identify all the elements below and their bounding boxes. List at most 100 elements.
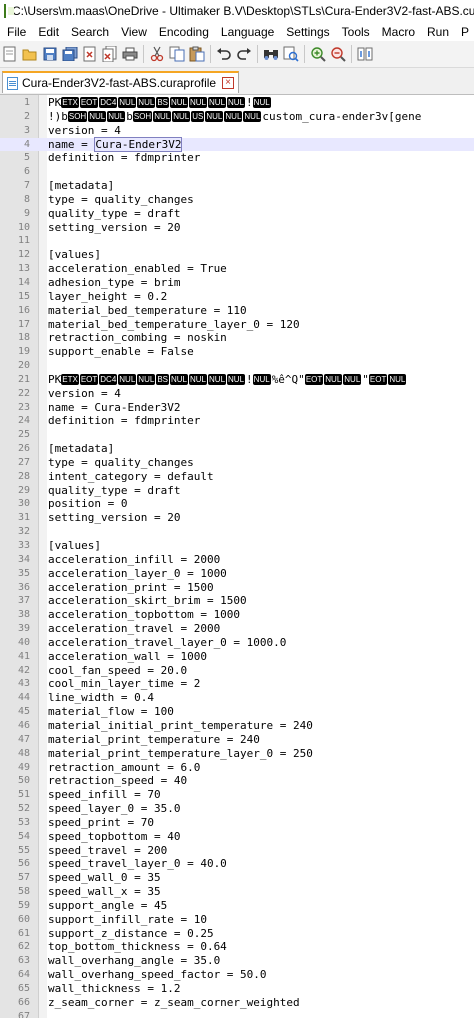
editor-line[interactable]: 17 material_bed_temperature_layer_0 = 120 [0,318,474,332]
editor-line[interactable]: 54 speed_topbottom = 40 [0,830,474,844]
editor-line[interactable]: 7 [metadata] [0,179,474,193]
editor-line[interactable]: 33 [values] [0,539,474,553]
editor-line[interactable]: 20 [0,359,474,373]
menu-p[interactable]: P [455,25,474,39]
paste-icon[interactable] [189,46,205,62]
menu-file[interactable]: File [0,25,32,39]
menu-settings[interactable]: Settings [280,25,335,39]
editor-line[interactable]: 24 definition = fdmprinter [0,414,474,428]
editor-line[interactable]: 40 acceleration_travel_layer_0 = 1000.0 [0,636,474,650]
editor-line[interactable]: 27 type = quality_changes [0,456,474,470]
editor-line[interactable]: 11 [0,234,474,248]
editor-line[interactable]: 5 definition = fdmprinter [0,151,474,165]
editor-line[interactable]: 46 material_initial_print_temperature = 2… [0,719,474,733]
editor-line[interactable]: 52 speed_layer_0 = 35.0 [0,802,474,816]
save-icon[interactable] [42,46,58,62]
sync-scroll-icon[interactable] [357,46,373,62]
print-icon[interactable] [122,46,138,62]
editor-line[interactable]: 39 acceleration_travel = 2000 [0,622,474,636]
editor-line[interactable]: 29 quality_type = draft [0,484,474,498]
editor-line[interactable]: 26 [metadata] [0,442,474,456]
editor-line[interactable]: 59 support_angle = 45 [0,899,474,913]
editor-line[interactable]: 37 acceleration_skirt_brim = 1500 [0,594,474,608]
menu-encoding[interactable]: Encoding [153,25,215,39]
editor-line[interactable]: 61 support_z_distance = 0.25 [0,927,474,941]
menu-run[interactable]: Run [421,25,455,39]
redo-icon[interactable] [236,46,252,62]
editor-line[interactable]: 35 acceleration_layer_0 = 1000 [0,567,474,581]
menu-tools[interactable]: Tools [336,25,376,39]
editor-line[interactable]: 28 intent_category = default [0,470,474,484]
editor-line[interactable]: 15 layer_height = 0.2 [0,290,474,304]
editor-line[interactable]: 6 [0,165,474,179]
editor-line[interactable]: 57 speed_wall_0 = 35 [0,871,474,885]
editor-line[interactable]: 22 version = 4 [0,387,474,401]
editor-line[interactable]: 36 acceleration_print = 1500 [0,581,474,595]
new-file-icon[interactable] [2,46,18,62]
editor-line[interactable]: 42 cool_fan_speed = 20.0 [0,664,474,678]
editor-line[interactable]: 44 line_width = 0.4 [0,691,474,705]
editor-line[interactable]: 32 [0,525,474,539]
editor-line[interactable]: 66 z_seam_corner = z_seam_corner_weighted [0,996,474,1010]
editor-line[interactable]: 64 wall_overhang_speed_factor = 50.0 [0,968,474,982]
close-tab-icon[interactable]: × [222,77,235,89]
cut-icon[interactable] [149,46,165,62]
text-editor[interactable]: 1 PKETX EOT DC4 NUL NUL BS NUL NUL NUL NUL !NUL 2 !)b… [0,95,474,1018]
editor-line[interactable]: 53 speed_print = 70 [0,816,474,830]
editor-line[interactable]: 63 wall_overhang_angle = 35.0 [0,954,474,968]
editor-line[interactable]: 51 speed_infill = 70 [0,788,474,802]
editor-line[interactable]: 23 name = Cura-Ender3V2 [0,401,474,415]
open-file-icon[interactable] [22,46,38,62]
editor-line[interactable]: 67 [0,1010,474,1018]
editor-line[interactable]: 30 position = 0 [0,497,474,511]
editor-line[interactable]: 3 version = 4 [0,124,474,138]
zoom-out-icon[interactable] [330,46,346,62]
editor-line[interactable]: 2 !)bSOH NUL NUL bSOH NUL NUL US NUL NUL NUL custom… [0,110,474,124]
editor-line[interactable]: 1 PKETX EOT DC4 NUL NUL BS NUL NUL NUL NUL !NUL [0,96,474,110]
editor-line[interactable]: 45 material_flow = 100 [0,705,474,719]
editor-line[interactable]: 12 [values] [0,248,474,262]
editor-line[interactable]: 43 cool_min_layer_time = 2 [0,677,474,691]
menu-language[interactable]: Language [215,25,280,39]
menu-macro[interactable]: Macro [376,25,421,39]
editor-line[interactable]: 16 material_bed_temperature = 110 [0,304,474,318]
editor-line[interactable]: 60 support_infill_rate = 10 [0,913,474,927]
save-all-icon[interactable] [62,46,78,62]
editor-line[interactable]: 4 name = Cura-Ender3V2 [0,136,474,152]
text-segment: intent_category = default [48,469,214,483]
editor-line[interactable]: 19 support_enable = False [0,345,474,359]
editor-line[interactable]: 62 top_bottom_thickness = 0.64 [0,940,474,954]
editor-line[interactable]: 31 setting_version = 20 [0,511,474,525]
find-icon[interactable] [263,46,279,62]
line-text: material_initial_print_temperature = 240 [48,719,313,733]
editor-line[interactable]: 25 [0,428,474,442]
editor-line[interactable]: 14 adhesion_type = brim [0,276,474,290]
tab-cura-profile[interactable]: Cura-Ender3V2-fast-ABS.curaprofile × [2,71,240,93]
editor-line[interactable]: 41 acceleration_wall = 1000 [0,650,474,664]
undo-icon[interactable] [216,46,232,62]
close-all-icon[interactable] [102,46,118,62]
zoom-in-icon[interactable] [310,46,326,62]
menu-search[interactable]: Search [65,25,115,39]
editor-line[interactable]: 56 speed_travel_layer_0 = 40.0 [0,857,474,871]
replace-icon[interactable] [283,46,299,62]
editor-line[interactable]: 50 retraction_speed = 40 [0,774,474,788]
editor-line[interactable]: 65 wall_thickness = 1.2 [0,982,474,996]
editor-line[interactable]: 18 retraction_combing = noskin [0,331,474,345]
editor-line[interactable]: 21 PKETX EOT DC4 NUL NUL BS NUL NUL NUL NUL !NUL %ê^… [0,373,474,387]
menu-view[interactable]: View [115,25,153,39]
editor-line[interactable]: 38 acceleration_topbottom = 1000 [0,608,474,622]
editor-line[interactable]: 47 material_print_temperature = 240 [0,733,474,747]
editor-line[interactable]: 10 setting_version = 20 [0,221,474,235]
editor-line[interactable]: 13 acceleration_enabled = True [0,262,474,276]
editor-line[interactable]: 49 retraction_amount = 6.0 [0,761,474,775]
editor-line[interactable]: 48 material_print_temperature_layer_0 = 2… [0,747,474,761]
menu-edit[interactable]: Edit [32,25,65,39]
editor-line[interactable]: 8 type = quality_changes [0,193,474,207]
editor-line[interactable]: 55 speed_travel = 200 [0,844,474,858]
copy-icon[interactable] [169,46,185,62]
editor-line[interactable]: 58 speed_wall_x = 35 [0,885,474,899]
editor-line[interactable]: 9 quality_type = draft [0,207,474,221]
editor-line[interactable]: 34 acceleration_infill = 2000 [0,553,474,567]
close-icon[interactable] [82,46,98,62]
